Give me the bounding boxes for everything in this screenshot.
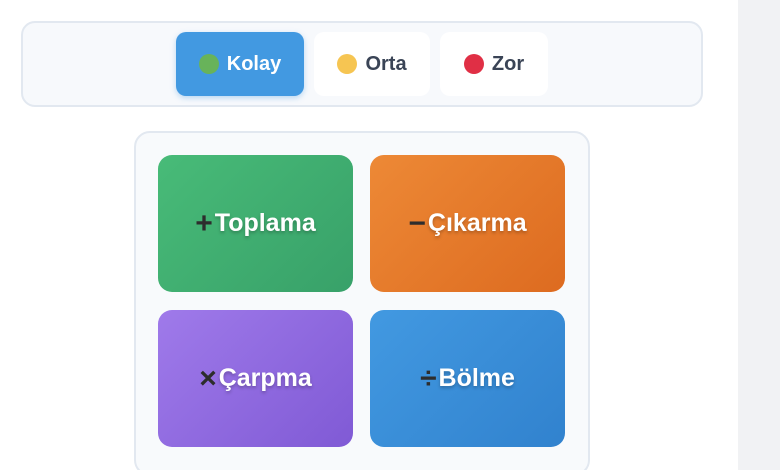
difficulty-selector: Kolay Orta Zor bbox=[21, 21, 703, 107]
multiply-icon: × bbox=[199, 361, 217, 395]
difficulty-hard-button[interactable]: Zor bbox=[440, 32, 548, 96]
division-label: Bölme bbox=[438, 364, 515, 392]
subtraction-label: Çıkarma bbox=[427, 209, 527, 237]
minus-icon: − bbox=[408, 206, 426, 240]
yellow-dot-icon bbox=[337, 54, 358, 74]
subtraction-button[interactable]: − Çıkarma bbox=[370, 155, 565, 292]
difficulty-easy-button[interactable]: Kolay bbox=[176, 32, 304, 96]
scroll-gutter bbox=[738, 0, 780, 470]
difficulty-medium-label: Orta bbox=[365, 52, 407, 75]
division-button[interactable]: ÷ Bölme bbox=[370, 310, 565, 447]
addition-button[interactable]: + Toplama bbox=[158, 155, 353, 292]
green-dot-icon bbox=[198, 54, 219, 74]
difficulty-easy-label: Kolay bbox=[226, 52, 282, 75]
red-dot-icon bbox=[463, 54, 484, 74]
difficulty-medium-button[interactable]: Orta bbox=[314, 32, 430, 96]
plus-icon: + bbox=[195, 206, 213, 240]
multiplication-label: Çarpma bbox=[218, 364, 312, 392]
operations-panel: + Toplama − Çıkarma × Çarpma ÷ Bölme bbox=[134, 131, 590, 470]
addition-label: Toplama bbox=[214, 209, 316, 237]
divide-icon: ÷ bbox=[420, 361, 437, 395]
difficulty-hard-label: Zor bbox=[491, 52, 525, 75]
multiplication-button[interactable]: × Çarpma bbox=[158, 310, 353, 447]
